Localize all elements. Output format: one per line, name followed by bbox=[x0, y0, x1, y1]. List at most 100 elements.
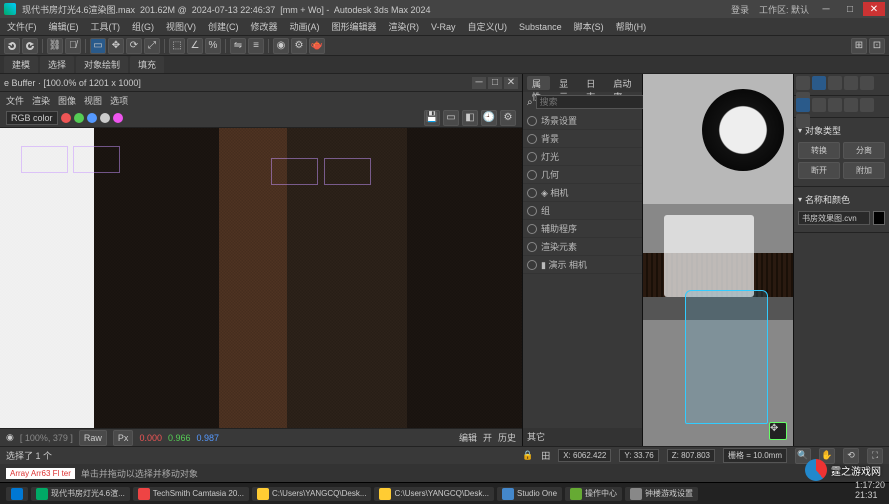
layer-row[interactable]: 灯光 bbox=[523, 148, 642, 166]
helper-icon[interactable] bbox=[860, 98, 874, 112]
close-button[interactable]: ✕ bbox=[863, 2, 885, 16]
snap-button[interactable]: ⬚ bbox=[169, 38, 185, 54]
rotate-button[interactable]: ⟳ bbox=[126, 38, 142, 54]
taskbar-app[interactable]: Studio One bbox=[497, 487, 562, 501]
render-setup-button[interactable]: ⚙ bbox=[291, 38, 307, 54]
nav-zoom-icon[interactable]: 🔍 bbox=[795, 448, 811, 464]
menu-custom[interactable]: 自定义(U) bbox=[465, 20, 511, 33]
shape-icon[interactable] bbox=[812, 98, 826, 112]
detach-button[interactable]: 断开 bbox=[798, 162, 840, 179]
layer-row[interactable]: ▮ 演示 相机 bbox=[523, 256, 642, 274]
start-button[interactable] bbox=[6, 487, 28, 501]
visibility-toggle[interactable] bbox=[527, 242, 537, 252]
menu-tools[interactable]: 工具(T) bbox=[88, 20, 124, 33]
undo-button[interactable] bbox=[4, 38, 20, 54]
object-type-header[interactable]: 对象类型 bbox=[798, 122, 885, 139]
fb-save-button[interactable]: 💾 bbox=[424, 110, 440, 126]
material-button[interactable]: ◉ bbox=[273, 38, 289, 54]
redo-button[interactable] bbox=[22, 38, 38, 54]
name-color-header[interactable]: 名称和颜色 bbox=[798, 191, 885, 208]
fb-region-button[interactable]: ▭ bbox=[443, 110, 459, 126]
nav-orbit-icon[interactable]: ⟲ bbox=[843, 448, 859, 464]
taskbar-app[interactable]: C:\Users\YANGCQ\Desk... bbox=[374, 487, 494, 501]
angle-snap-button[interactable]: ∠ bbox=[187, 38, 203, 54]
fb-history-label[interactable]: 历史 bbox=[498, 431, 516, 444]
nav-max-icon[interactable]: ⛶ bbox=[867, 448, 883, 464]
scene-tab-log[interactable]: 日志 bbox=[581, 76, 604, 90]
fb-channel-select[interactable]: RGB color bbox=[6, 111, 58, 125]
attach-button[interactable]: 附加 bbox=[843, 162, 885, 179]
geom-icon[interactable] bbox=[796, 98, 810, 112]
visibility-toggle[interactable] bbox=[527, 152, 537, 162]
menu-edit[interactable]: 编辑(E) bbox=[46, 20, 82, 33]
fb-menu-image[interactable]: 图像 bbox=[58, 94, 76, 107]
fb-blue-dot[interactable] bbox=[87, 113, 97, 123]
menu-modifiers[interactable]: 修改器 bbox=[248, 20, 281, 33]
fb-raw-toggle[interactable]: Raw bbox=[79, 430, 107, 446]
menu-graph[interactable]: 图形编辑器 bbox=[329, 20, 380, 33]
viewport-3d[interactable]: ✥ bbox=[643, 74, 793, 446]
fb-menu-file[interactable]: 文件 bbox=[6, 94, 24, 107]
menu-file[interactable]: 文件(F) bbox=[4, 20, 40, 33]
coord-z[interactable]: Z: 807.803 bbox=[667, 449, 715, 462]
lock-icon[interactable]: 🔒 bbox=[522, 450, 533, 461]
fb-menu-options[interactable]: 选项 bbox=[110, 94, 128, 107]
viewport-nav-icon[interactable]: ⊞ bbox=[851, 38, 867, 54]
tab-modeling[interactable]: 建模 bbox=[4, 56, 38, 73]
split-button[interactable]: 分离 bbox=[843, 142, 885, 159]
visibility-toggle[interactable] bbox=[527, 224, 537, 234]
menu-script[interactable]: 脚本(S) bbox=[571, 20, 607, 33]
menu-vray[interactable]: V-Ray bbox=[428, 22, 459, 32]
viewport-nav-icon[interactable]: ⊡ bbox=[869, 38, 885, 54]
vp-chair-selected[interactable] bbox=[685, 290, 768, 424]
menu-view[interactable]: 视图(V) bbox=[163, 20, 199, 33]
object-name-input[interactable] bbox=[798, 211, 870, 225]
coord-y[interactable]: Y: 33.76 bbox=[619, 449, 658, 462]
taskbar-app[interactable]: 操作中心 bbox=[565, 487, 622, 501]
layer-list[interactable]: 场景设置 背景 灯光 几何 ◈ 相机 组 辅助程序 渲染元素 ▮ 演示 相机 bbox=[523, 112, 642, 428]
modify-tab-icon[interactable] bbox=[812, 76, 826, 90]
select-button[interactable]: ▭ bbox=[90, 38, 106, 54]
coord-x[interactable]: X: 6062.422 bbox=[558, 449, 611, 462]
menu-animation[interactable]: 动画(A) bbox=[287, 20, 323, 33]
layer-row[interactable]: 组 bbox=[523, 202, 642, 220]
scene-tab-stats[interactable]: 启动率 bbox=[608, 76, 638, 90]
tab-populate[interactable]: 填充 bbox=[130, 56, 164, 73]
tab-selection[interactable]: 选择 bbox=[40, 56, 74, 73]
render-viewport[interactable] bbox=[0, 128, 522, 428]
maxscript-listener[interactable]: Array Arr63 Fl ter bbox=[6, 468, 75, 479]
layer-row[interactable]: ◈ 相机 bbox=[523, 184, 642, 202]
visibility-toggle[interactable] bbox=[527, 170, 537, 180]
layer-row[interactable]: 渲染元素 bbox=[523, 238, 642, 256]
visibility-toggle[interactable] bbox=[527, 188, 537, 198]
layer-row[interactable]: 几何 bbox=[523, 166, 642, 184]
tab-paint[interactable]: 对象绘制 bbox=[76, 56, 128, 73]
menu-render[interactable]: 渲染(R) bbox=[386, 20, 423, 33]
light-icon[interactable] bbox=[828, 98, 842, 112]
nav-pan-icon[interactable]: ✋ bbox=[819, 448, 835, 464]
login-link[interactable]: 登录 bbox=[731, 3, 749, 16]
workspace-label[interactable]: 工作区: 默认 bbox=[759, 3, 809, 16]
visibility-toggle[interactable] bbox=[527, 134, 537, 144]
mirror-button[interactable]: ⇋ bbox=[230, 38, 246, 54]
move-button[interactable]: ✥ bbox=[108, 38, 124, 54]
unlink-button[interactable]: ⛓̸ bbox=[65, 38, 81, 54]
menu-group[interactable]: 组(G) bbox=[129, 20, 157, 33]
scene-tab-props[interactable]: 属性 bbox=[527, 76, 550, 90]
menu-create[interactable]: 创建(C) bbox=[205, 20, 242, 33]
visibility-toggle[interactable] bbox=[527, 206, 537, 216]
color-swatch[interactable] bbox=[873, 211, 885, 225]
motion-tab-icon[interactable] bbox=[844, 76, 858, 90]
maximize-button[interactable]: □ bbox=[839, 2, 861, 16]
camera-icon[interactable] bbox=[844, 98, 858, 112]
hierarchy-tab-icon[interactable] bbox=[828, 76, 842, 90]
visibility-toggle[interactable] bbox=[527, 116, 537, 126]
fb-green-dot[interactable] bbox=[74, 113, 84, 123]
percent-snap-button[interactable]: % bbox=[205, 38, 221, 54]
create-tab-icon[interactable] bbox=[796, 76, 810, 90]
scene-tab-display[interactable]: 显示 bbox=[554, 76, 577, 90]
menu-substance[interactable]: Substance bbox=[516, 22, 565, 32]
align-button[interactable]: ≡ bbox=[248, 38, 264, 54]
fb-alpha-dot[interactable] bbox=[100, 113, 110, 123]
fb-mono-dot[interactable] bbox=[113, 113, 123, 123]
